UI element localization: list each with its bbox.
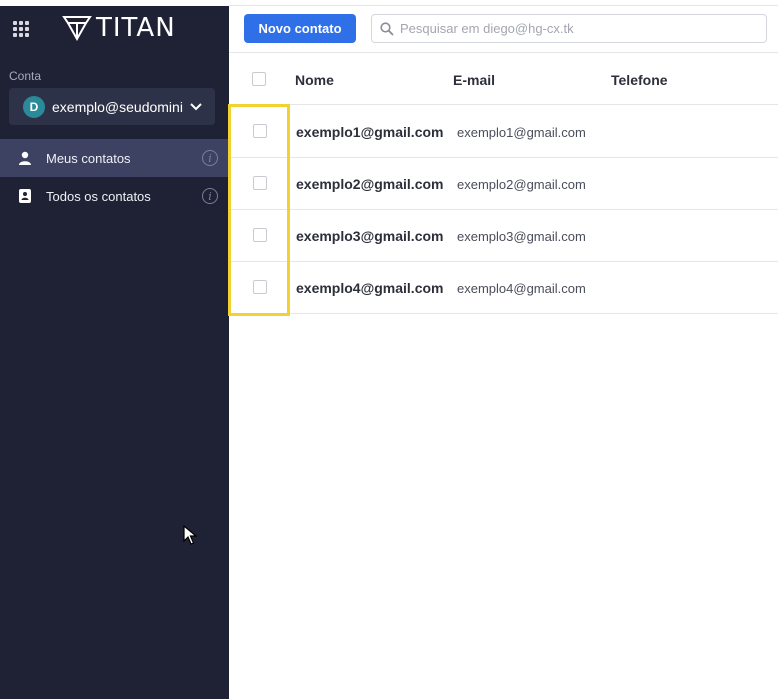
table-row[interactable]: exemplo2@gmail.com exemplo2@gmail.com bbox=[229, 158, 778, 210]
main-panel: Novo contato Nome E-mail Telefone exempl… bbox=[229, 0, 778, 699]
contact-name: exemplo4@gmail.com bbox=[296, 280, 444, 296]
apps-grid-icon[interactable] bbox=[13, 21, 29, 37]
row-checkbox[interactable] bbox=[253, 228, 267, 242]
mouse-cursor-icon bbox=[183, 525, 197, 545]
column-header-email[interactable]: E-mail bbox=[453, 72, 495, 88]
account-selector[interactable]: D exemplo@seudomini... bbox=[9, 88, 215, 125]
chevron-down-icon bbox=[190, 101, 202, 113]
sidebar-item-my-contacts[interactable]: Meus contatos i bbox=[0, 139, 229, 177]
column-header-phone[interactable]: Telefone bbox=[611, 72, 668, 88]
avatar: D bbox=[23, 95, 45, 118]
sidebar-item-label: Todos os contatos bbox=[46, 188, 151, 204]
contact-name: exemplo3@gmail.com bbox=[296, 228, 444, 244]
contact-email: exemplo2@gmail.com bbox=[457, 177, 586, 192]
sidebar-item-all-contacts[interactable]: Todos os contatos i bbox=[0, 177, 229, 215]
new-contact-button[interactable]: Novo contato bbox=[244, 14, 356, 43]
logo-text: TITAN bbox=[96, 13, 176, 43]
sidebar-item-label: Meus contatos bbox=[46, 150, 131, 166]
titan-logo[interactable]: TITAN bbox=[62, 14, 176, 42]
user-icon bbox=[18, 151, 32, 165]
column-header-name[interactable]: Nome bbox=[295, 72, 334, 88]
table-row[interactable]: exemplo4@gmail.com exemplo4@gmail.com bbox=[229, 262, 778, 314]
titan-logo-icon bbox=[62, 16, 92, 42]
contact-email: exemplo3@gmail.com bbox=[457, 229, 586, 244]
account-label: Conta bbox=[9, 69, 42, 83]
account-email: exemplo@seudomini... bbox=[52, 98, 184, 115]
info-icon[interactable]: i bbox=[202, 188, 218, 204]
table-row[interactable]: exemplo3@gmail.com exemplo3@gmail.com bbox=[229, 210, 778, 262]
contacts-book-icon bbox=[18, 189, 32, 203]
search-icon bbox=[380, 21, 394, 36]
row-checkbox[interactable] bbox=[253, 280, 267, 294]
info-icon[interactable]: i bbox=[202, 150, 218, 166]
contact-email: exemplo4@gmail.com bbox=[457, 281, 586, 296]
sidebar: TITAN Conta D exemplo@seudomini... Meus … bbox=[0, 6, 229, 699]
table-header: Nome E-mail Telefone bbox=[229, 54, 778, 105]
sidebar-header: TITAN bbox=[0, 6, 229, 52]
table-row[interactable]: exemplo1@gmail.com exemplo1@gmail.com bbox=[229, 106, 778, 158]
select-all-checkbox[interactable] bbox=[252, 72, 266, 86]
search-input[interactable] bbox=[400, 21, 760, 36]
row-checkbox[interactable] bbox=[253, 124, 267, 138]
contact-name: exemplo1@gmail.com bbox=[296, 124, 444, 140]
contact-name: exemplo2@gmail.com bbox=[296, 176, 444, 192]
search-box[interactable] bbox=[371, 14, 767, 43]
contact-email: exemplo1@gmail.com bbox=[457, 125, 586, 140]
toolbar: Novo contato bbox=[229, 6, 778, 53]
row-checkbox[interactable] bbox=[253, 176, 267, 190]
